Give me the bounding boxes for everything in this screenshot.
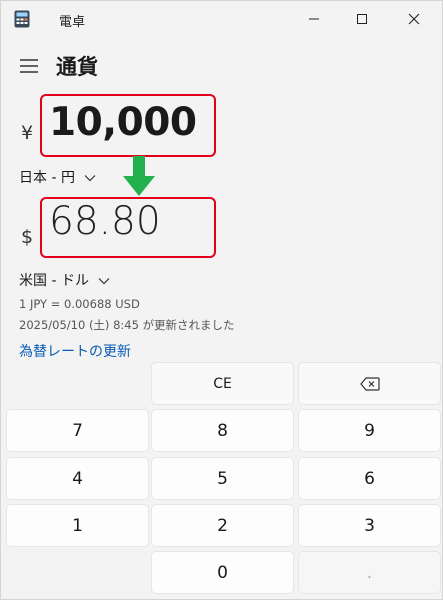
maximize-icon <box>357 14 367 24</box>
backspace-button[interactable] <box>298 362 441 405</box>
from-currency-symbol: ¥ <box>21 122 34 144</box>
close-button[interactable] <box>391 1 437 37</box>
chevron-down-icon <box>84 170 96 186</box>
key-4[interactable]: 4 <box>6 457 149 500</box>
calculator-window: 電卓 通貨 ¥ 10,000 日本 - 円 $ 68.80 米国 - ドル 1 … <box>0 0 443 600</box>
to-currency-label: 米国 - ドル <box>19 273 89 289</box>
key-3[interactable]: 3 <box>298 504 441 547</box>
minimize-button[interactable] <box>291 1 337 37</box>
key-0[interactable]: 0 <box>151 551 294 594</box>
title-bar: 電卓 <box>1 1 442 37</box>
from-currency-dropdown[interactable]: 日本 - 円 <box>19 167 96 187</box>
window-title: 電卓 <box>59 15 86 30</box>
from-value[interactable]: 10,000 <box>49 100 197 145</box>
key-1[interactable]: 1 <box>6 504 149 547</box>
maximize-button[interactable] <box>339 1 385 37</box>
key-8[interactable]: 8 <box>151 409 294 452</box>
to-currency-dropdown[interactable]: 米国 - ドル <box>19 270 110 290</box>
from-currency-label: 日本 - 円 <box>19 170 75 186</box>
updated-timestamp: 2025/05/10 (土) 8:45 が更新されました <box>19 318 235 332</box>
exchange-rate-text: 1 JPY = 0.00688 USD <box>19 297 140 311</box>
chevron-down-icon <box>98 273 110 289</box>
ce-button[interactable]: CE <box>151 362 294 405</box>
key-2[interactable]: 2 <box>151 504 294 547</box>
key-5[interactable]: 5 <box>151 457 294 500</box>
update-rates-link[interactable]: 為替レートの更新 <box>19 341 131 361</box>
key-7[interactable]: 7 <box>6 409 149 452</box>
close-icon <box>408 13 420 25</box>
down-arrow-icon <box>123 156 155 196</box>
hamburger-icon[interactable] <box>18 57 40 75</box>
calculator-icon <box>14 10 30 28</box>
minimize-icon <box>309 18 319 20</box>
to-currency-symbol: $ <box>21 226 34 248</box>
decimal-button[interactable]: . <box>298 551 441 594</box>
key-6[interactable]: 6 <box>298 457 441 500</box>
to-value[interactable]: 68.80 <box>49 199 161 244</box>
key-9[interactable]: 9 <box>298 409 441 452</box>
mode-title: 通貨 <box>56 55 98 79</box>
backspace-icon <box>359 376 380 391</box>
